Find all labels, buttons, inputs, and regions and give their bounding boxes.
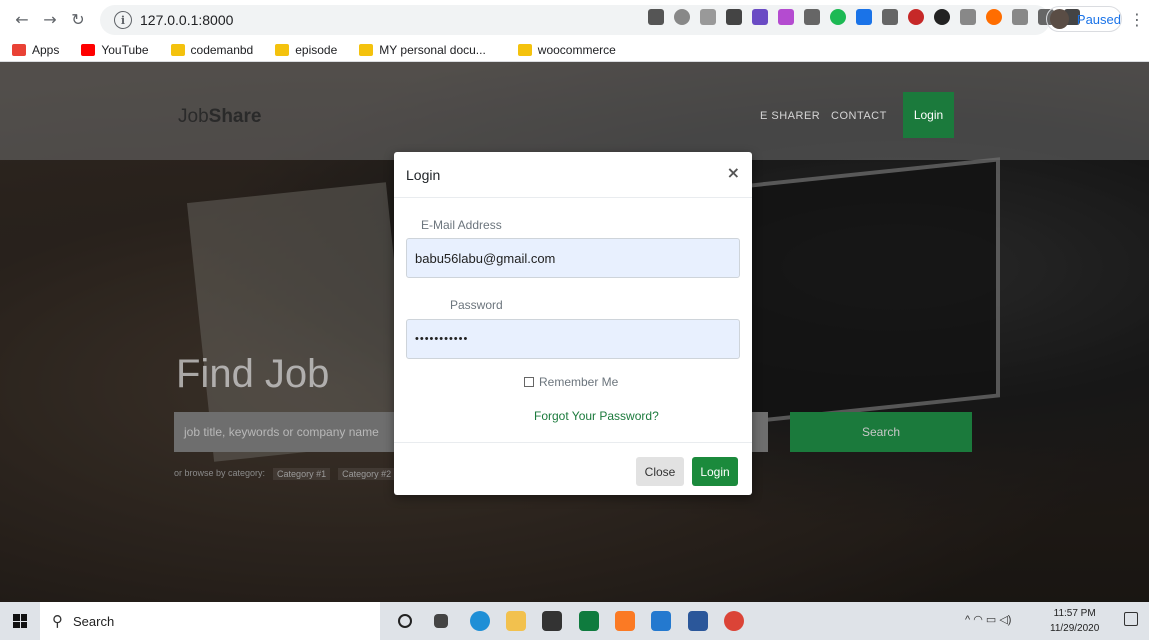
taskbar-clock[interactable]: 11:57 PM 11/29/2020 xyxy=(1050,606,1099,636)
grammarly-icon[interactable] xyxy=(830,9,846,25)
clock-date: 11/29/2020 xyxy=(1050,623,1100,634)
profile-label: Paused xyxy=(1076,11,1121,27)
login-modal: Login × E-Mail Address babu56labu@gmail.… xyxy=(394,152,752,495)
task-view-icon[interactable] xyxy=(434,614,448,628)
camera-icon[interactable] xyxy=(882,9,898,25)
zoom-icon[interactable] xyxy=(674,9,690,25)
remember-me[interactable]: Remember Me xyxy=(524,375,618,389)
youtube-icon xyxy=(81,43,96,56)
forward-icon[interactable]: → xyxy=(36,5,64,33)
windows-start-icon[interactable] xyxy=(13,614,27,628)
search-icon: ⚲ xyxy=(52,612,63,630)
taskbar-search-label: Search xyxy=(73,613,115,629)
reload-icon[interactable]: ↻ xyxy=(64,5,92,33)
login-submit-button[interactable]: Login xyxy=(692,457,738,486)
bookmark-personal-docs[interactable]: MY personal docu... xyxy=(359,43,486,57)
vscode-icon[interactable] xyxy=(651,611,671,631)
close-button[interactable]: Close xyxy=(636,457,684,486)
folder-icon xyxy=(170,43,185,56)
site-brand[interactable]: JobShare xyxy=(178,106,261,128)
taskbar-search[interactable]: ⚲ Search xyxy=(40,602,380,640)
editor-icon[interactable] xyxy=(579,611,599,631)
folder-icon xyxy=(359,43,374,56)
capture-icon[interactable] xyxy=(752,9,768,25)
cortana-icon[interactable] xyxy=(398,614,412,628)
shield-icon[interactable] xyxy=(726,9,742,25)
edge-icon[interactable] xyxy=(470,611,490,631)
nav-login-button[interactable]: Login xyxy=(903,92,954,138)
bookmark-apps[interactable]: Apps xyxy=(12,43,59,57)
nav-link-sharer[interactable]: E SHARER xyxy=(760,110,820,122)
orange-ext-icon[interactable] xyxy=(986,9,1002,25)
file-explorer-icon[interactable] xyxy=(506,611,526,631)
pen-icon[interactable] xyxy=(778,9,794,25)
extension-icons xyxy=(648,9,1080,25)
notification-icon[interactable] xyxy=(1124,612,1138,626)
search-button[interactable]: Search xyxy=(790,412,972,452)
category-link[interactable]: Category #1 xyxy=(273,468,331,480)
modal-title: Login xyxy=(406,167,441,183)
email-field[interactable]: babu56labu@gmail.com xyxy=(406,238,740,278)
windows-taskbar: ⚲ Search ^ ◠ ▭ ◁) 11:57 PM 11/29/2020 xyxy=(0,602,1149,640)
nav-link-contact[interactable]: CONTACT xyxy=(831,110,887,122)
modal-header: Login × xyxy=(394,152,752,198)
password-field[interactable]: ••••••••••• xyxy=(406,319,740,359)
xampp-icon[interactable] xyxy=(615,611,635,631)
dark-ext-icon[interactable] xyxy=(934,9,950,25)
folder-icon xyxy=(275,43,290,56)
category-link[interactable]: Category #2 xyxy=(338,468,396,480)
word-icon[interactable] xyxy=(688,611,708,631)
clock-time: 11:57 PM xyxy=(1053,608,1096,619)
password-label: Password xyxy=(450,298,503,312)
modal-footer: Close Login xyxy=(394,442,752,495)
forgot-password-link[interactable]: Forgot Your Password? xyxy=(534,409,659,423)
menu-icon[interactable]: ⋮ xyxy=(1129,10,1145,29)
browser-toolbar: ← → ↻ i 127.0.0.1:8000 Paused ⋮ xyxy=(0,0,1149,38)
bookmark-youtube[interactable]: YouTube xyxy=(81,43,149,57)
chrome-icon[interactable] xyxy=(724,611,744,631)
browse-categories: or browse by category: Category #1 Categ… xyxy=(174,468,396,480)
key-icon[interactable] xyxy=(648,9,664,25)
close-icon[interactable]: × xyxy=(727,163,740,182)
folder-icon xyxy=(517,43,532,56)
adblock-icon[interactable] xyxy=(908,9,924,25)
hero-title: Find Job xyxy=(176,352,330,396)
star-icon[interactable] xyxy=(700,9,716,25)
bookmark-codemanbd[interactable]: codemanbd xyxy=(170,43,253,57)
vue-icon[interactable] xyxy=(960,9,976,25)
store-icon[interactable] xyxy=(542,611,562,631)
bookmark-episode[interactable]: episode xyxy=(275,43,337,57)
avatar xyxy=(1050,9,1069,29)
profile-button[interactable]: Paused xyxy=(1046,6,1122,32)
email-label: E-Mail Address xyxy=(421,218,502,232)
url-text: 127.0.0.1:8000 xyxy=(140,12,234,28)
system-tray[interactable]: ^ ◠ ▭ ◁) xyxy=(965,613,1011,626)
remember-checkbox[interactable] xyxy=(524,377,534,387)
bookmarks-bar: Apps YouTube codemanbd episode MY person… xyxy=(0,38,1149,62)
site-navbar: JobShare E SHARER CONTACT Login xyxy=(0,62,1149,160)
bookmark-woocommerce[interactable]: woocommerce xyxy=(517,43,616,57)
v-ext-icon[interactable] xyxy=(1012,9,1028,25)
info-icon[interactable]: i xyxy=(114,11,132,29)
back-icon[interactable]: ← xyxy=(8,5,36,33)
download-icon[interactable] xyxy=(856,9,872,25)
apps-icon xyxy=(12,43,26,56)
page: JobShare E SHARER CONTACT Login Find Job… xyxy=(0,62,1149,602)
picker-icon[interactable] xyxy=(804,9,820,25)
browse-label: or browse by category: xyxy=(174,468,266,478)
remember-label: Remember Me xyxy=(539,375,619,389)
